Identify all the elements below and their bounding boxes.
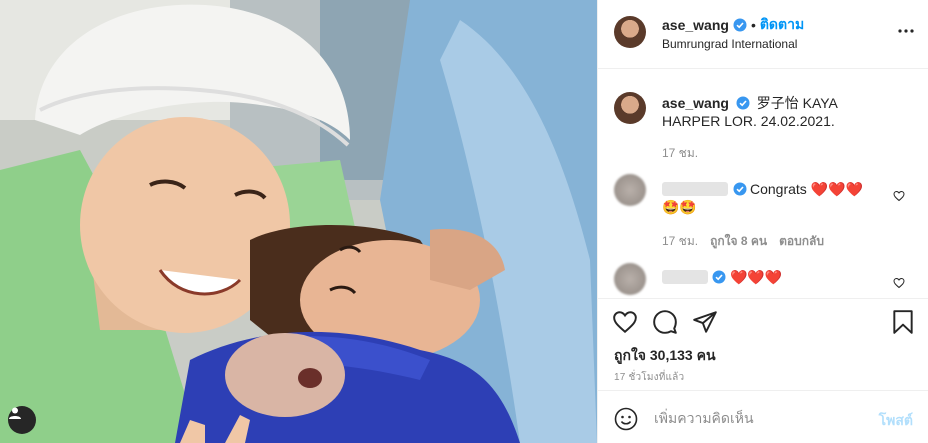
- location-link[interactable]: Bumrungrad International: [662, 37, 797, 51]
- comment-avatar[interactable]: [614, 263, 646, 295]
- heart-icon[interactable]: [612, 309, 638, 335]
- caption-username[interactable]: ase_wang: [662, 95, 729, 111]
- comment-text: ❤️❤️❤️: [730, 269, 783, 285]
- comment-likes[interactable]: ถูกใจ 8 คน: [710, 232, 767, 251]
- reply-button[interactable]: ตอบกลับ: [779, 232, 824, 251]
- follow-button[interactable]: ติดตาม: [760, 14, 804, 36]
- verified-badge-icon: [736, 96, 750, 110]
- verified-badge-icon: [712, 270, 726, 284]
- post-comment-button[interactable]: โพสต์: [879, 410, 913, 432]
- likes-count[interactable]: ถูกใจ 30,133 คน: [614, 345, 716, 367]
- comments-section[interactable]: ase_wang 罗子怡 KAYA HARPER LOR. 24.02.2021…: [598, 70, 928, 298]
- header-username[interactable]: ase_wang: [662, 17, 729, 33]
- post-photo-illustration: [0, 0, 597, 443]
- caption: ase_wang 罗子怡 KAYA HARPER LOR. 24.02.2021…: [662, 94, 892, 130]
- add-comment-bar: โพสต์: [598, 390, 928, 443]
- avatar[interactable]: [614, 16, 646, 48]
- comment-input[interactable]: [654, 408, 854, 428]
- post-header: ase_wang • ติดตาม Bumrungrad Internation…: [598, 0, 928, 69]
- comment-username-redacted[interactable]: [662, 270, 708, 284]
- header-user-line: ase_wang • ติดตาม: [662, 14, 804, 36]
- heart-icon[interactable]: [893, 190, 905, 202]
- post-actions: ถูกใจ 30,133 คน 17 ชั่วโมงที่แล้ว: [598, 298, 928, 390]
- tagged-users-button[interactable]: [8, 406, 36, 434]
- post-photo[interactable]: [0, 0, 597, 443]
- verified-badge-icon: [733, 18, 747, 32]
- caption-time: 17 ชม.: [662, 146, 699, 160]
- comment-avatar[interactable]: [614, 174, 646, 206]
- header-separator: •: [750, 17, 756, 33]
- emoji-icon[interactable]: [614, 407, 638, 431]
- share-icon[interactable]: [692, 309, 718, 335]
- more-horizontal-icon[interactable]: [897, 22, 915, 40]
- comment-text: Congrats ❤️❤️❤️ 🤩🤩: [662, 181, 863, 215]
- heart-icon[interactable]: [893, 277, 905, 289]
- comment-icon[interactable]: [652, 309, 678, 335]
- post-sidebar: ase_wang • ติดตาม Bumrungrad Internation…: [597, 0, 928, 443]
- comment-time: 17 ชม.: [662, 234, 699, 248]
- bookmark-icon[interactable]: [890, 309, 916, 335]
- post-time-ago[interactable]: 17 ชั่วโมงที่แล้ว: [614, 370, 684, 385]
- caption-avatar[interactable]: [614, 92, 646, 124]
- instagram-post: ase_wang • ติดตาม Bumrungrad Internation…: [0, 0, 928, 443]
- comment-meta: 17 ชม. ถูกใจ 8 คน ตอบกลับ: [662, 232, 824, 251]
- user-icon: [9, 407, 21, 419]
